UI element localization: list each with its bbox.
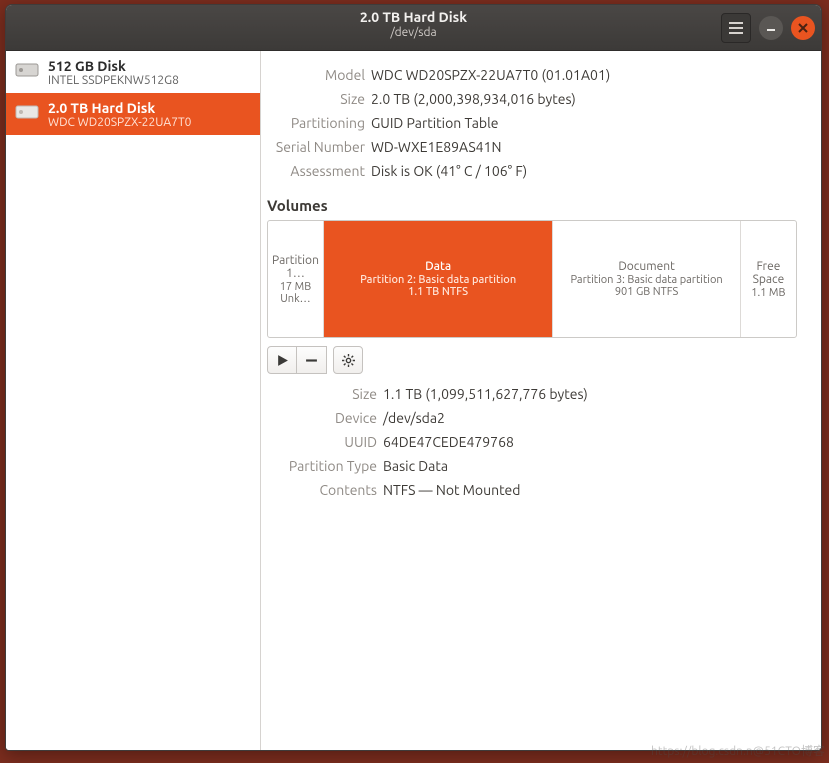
play-icon xyxy=(276,354,289,367)
window-subtitle: /dev/sda xyxy=(6,26,821,39)
value-size: 2.0 TB (2,000,398,934,016 bytes) xyxy=(371,91,576,107)
value-serial: WD-WXE1E89AS41N xyxy=(371,139,501,155)
volume-name: Document xyxy=(618,260,674,273)
label-assessment: Assessment xyxy=(261,163,371,179)
volume-sub: Partition 2: Basic data partition xyxy=(360,274,516,286)
window-title: 2.0 TB Hard Disk xyxy=(6,9,821,25)
volume-sub: Partition 3: Basic data partition xyxy=(570,274,722,286)
app-menu-button[interactable] xyxy=(721,13,751,43)
label-ptype: Partition Type xyxy=(261,458,383,474)
value-contents: NTFS — Not Mounted xyxy=(383,482,520,498)
volume-toolbar xyxy=(267,346,803,374)
sidebar-item-disk-1[interactable]: 2.0 TB Hard Disk WDC WD20SPZX-22UA7T0 xyxy=(6,93,260,135)
partition-options-button[interactable] xyxy=(333,346,363,374)
close-icon xyxy=(798,23,808,33)
sidebar-item-label: 2.0 TB Hard Disk xyxy=(48,100,191,116)
sidebar-item-label: 512 GB Disk xyxy=(48,58,179,74)
label-contents: Contents xyxy=(261,482,383,498)
value-model: WDC WD20SPZX-22UA7T0 (01.01A01) xyxy=(371,67,610,83)
volume-name: Free Space xyxy=(745,260,792,286)
value-uuid: 64DE47CEDE479768 xyxy=(383,434,514,450)
volume-sub2: 1.1 TB NTFS xyxy=(408,286,468,298)
close-button[interactable] xyxy=(791,16,815,40)
label-model: Model xyxy=(261,67,371,83)
mount-button[interactable] xyxy=(267,346,297,374)
label-size: Size xyxy=(261,91,371,107)
title-center: 2.0 TB Hard Disk /dev/sda xyxy=(6,9,821,39)
disk-icon xyxy=(14,57,40,87)
label-partitioning: Partitioning xyxy=(261,115,371,131)
label-serial: Serial Number xyxy=(261,139,371,155)
value-partitioning: GUID Partition Table xyxy=(371,115,498,131)
label-device: Device xyxy=(261,410,383,426)
volumes-map: Partition 1… 17 MB Unk… Data Partition 2… xyxy=(267,220,797,338)
disk-icon xyxy=(14,99,40,129)
volume-2[interactable]: Document Partition 3: Basic data partiti… xyxy=(553,221,740,337)
main-content: ModelWDC WD20SPZX-22UA7T0 (01.01A01) Siz… xyxy=(261,51,821,750)
sidebar-item-disk-0[interactable]: 512 GB Disk INTEL SSDPEKNW512G8 xyxy=(6,51,260,93)
volume-1[interactable]: Data Partition 2: Basic data partition 1… xyxy=(324,221,553,337)
value-psize: 1.1 TB (1,099,511,627,776 bytes) xyxy=(383,386,588,402)
disk-sidebar: 512 GB Disk INTEL SSDPEKNW512G8 2.0 TB H… xyxy=(6,51,261,750)
volume-0[interactable]: Partition 1… 17 MB Unk… xyxy=(268,221,324,337)
volumes-heading: Volumes xyxy=(267,197,803,214)
disks-window: 2.0 TB Hard Disk /dev/sda 512 GB Disk xyxy=(5,4,822,751)
titlebar: 2.0 TB Hard Disk /dev/sda xyxy=(6,5,821,51)
delete-partition-button[interactable] xyxy=(297,346,327,374)
value-assessment: Disk is OK (41° C / 106° F) xyxy=(371,163,527,179)
sidebar-item-sub: WDC WD20SPZX-22UA7T0 xyxy=(48,116,191,129)
label-psize: Size xyxy=(261,386,383,402)
watermark-text: https://blog.csdn.n@51CTO博客 xyxy=(651,742,825,759)
volume-name: Partition 1… xyxy=(272,254,319,280)
value-device: /dev/sda2 xyxy=(383,410,445,426)
volume-name: Data xyxy=(425,260,451,273)
volume-sub2: 901 GB NTFS xyxy=(615,286,678,298)
sidebar-item-sub: INTEL SSDPEKNW512G8 xyxy=(48,74,179,87)
hamburger-icon xyxy=(729,22,743,34)
volume-3[interactable]: Free Space 1.1 MB xyxy=(741,221,796,337)
minimize-button[interactable] xyxy=(759,16,783,40)
value-ptype: Basic Data xyxy=(383,458,448,474)
volume-sub: 1.1 MB xyxy=(751,287,785,299)
minus-icon xyxy=(305,354,318,367)
gear-icon xyxy=(342,354,355,367)
label-uuid: UUID xyxy=(261,434,383,450)
volume-sub: 17 MB Unk… xyxy=(272,281,319,305)
minimize-icon xyxy=(766,23,776,33)
